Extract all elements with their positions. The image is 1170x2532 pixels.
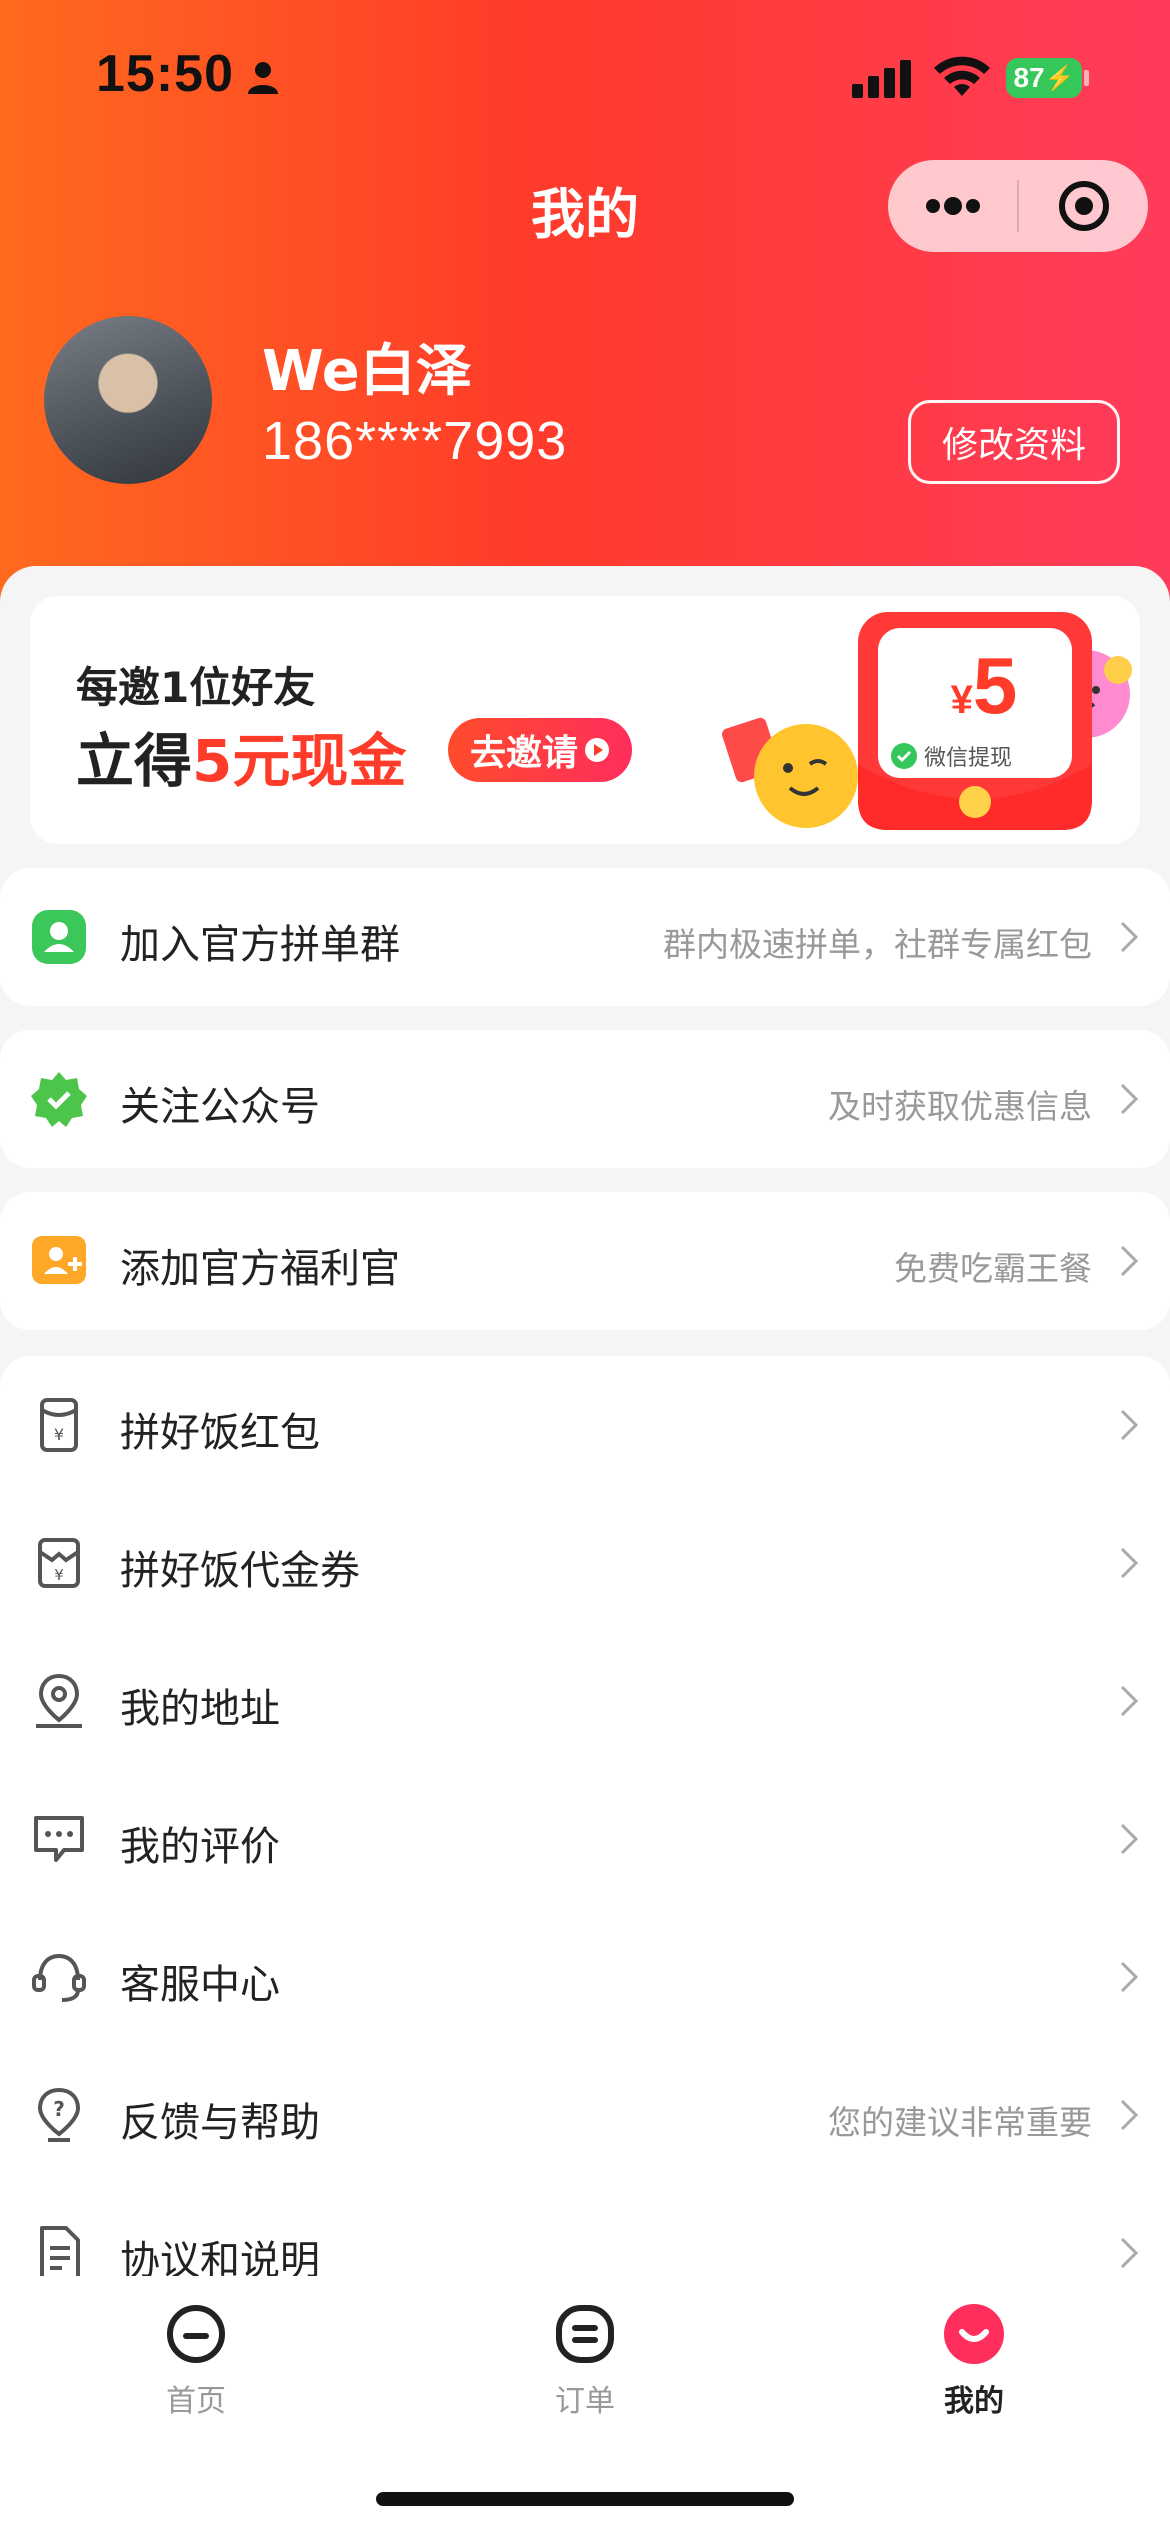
invite-button-label: 去邀请 — [469, 733, 578, 774]
banner-line2-highlight: 5元现金 — [192, 727, 407, 795]
wechat-icon — [890, 743, 917, 769]
help-icon: ? — [37, 2087, 81, 2142]
status-bar: 15:50 87 ⚡ — [0, 0, 1170, 150]
svg-text:¥: ¥ — [54, 1566, 64, 1584]
status-time: 15:50 — [96, 45, 234, 103]
tab-label: 我的 — [944, 2384, 1004, 2419]
chevron-right-icon — [1120, 1083, 1139, 1115]
home-icon — [167, 2305, 225, 2363]
banner-line2: 立得5元现金 — [76, 714, 406, 798]
avatar[interactable] — [44, 316, 212, 484]
invite-banner[interactable]: 每邀1位好友 立得5元现金 去邀请 ¥5 微信提现 — [30, 596, 1140, 844]
chevron-right-icon — [1120, 1547, 1139, 1579]
tab-home[interactable]: 首页 — [96, 2302, 296, 2420]
chevron-right-icon — [1120, 921, 1139, 953]
row-label: 我的地址 — [120, 1686, 280, 1732]
comment-icon — [34, 1816, 84, 1862]
battery-indicator: 87 ⚡ — [1006, 58, 1082, 98]
withdraw-label: 微信提现 — [923, 746, 1012, 771]
document-icon — [40, 2226, 80, 2280]
cellular-signal-icon — [852, 60, 911, 98]
menu-list: ¥ 拼好饭红包 ¥ 拼好饭代金券 我的地址 我的评价 客服中心 ? 反馈与帮助 … — [0, 1356, 1170, 2316]
group-chat-icon — [32, 910, 86, 964]
home-indicator — [376, 2492, 794, 2506]
row-label: 我的评价 — [120, 1824, 280, 1870]
orders-icon — [556, 2305, 614, 2363]
row-label: 反馈与帮助 — [120, 2100, 320, 2146]
row-label: 加入官方拼单群 — [120, 922, 400, 968]
row-hint: 群内极速拼单，社群专属红包 — [663, 925, 1092, 964]
person-icon — [248, 62, 278, 94]
play-arrow-icon — [585, 738, 609, 762]
target-close-icon — [1058, 181, 1109, 231]
close-mini-program-button[interactable] — [1019, 160, 1148, 252]
wechat-withdraw: 微信提现 — [876, 740, 1026, 772]
chevron-right-icon — [1120, 1685, 1139, 1717]
list-item[interactable]: 关注公众号 及时获取优惠信息 — [0, 1030, 1170, 1168]
list-item[interactable]: ¥ 拼好饭红包 — [0, 1356, 1170, 1494]
list-item[interactable]: 我的评价 — [0, 1770, 1170, 1908]
currency-symbol: ¥ — [950, 678, 973, 722]
profile-icon — [944, 2304, 1004, 2364]
battery-level: 87 — [1013, 62, 1045, 93]
mini-program-capsule — [888, 160, 1148, 252]
list-item[interactable]: 客服中心 — [0, 1908, 1170, 2046]
list-item[interactable]: ¥ 拼好饭代金券 — [0, 1494, 1170, 1632]
row-hint: 您的建议非常重要 — [828, 2103, 1092, 2142]
headset-icon — [32, 1953, 86, 2002]
verified-badge-icon — [31, 1072, 87, 1127]
invite-button[interactable]: 去邀请 — [448, 718, 632, 782]
chevron-right-icon — [1120, 1245, 1139, 1277]
more-dots-icon — [925, 197, 980, 215]
tab-orders[interactable]: 订单 — [485, 2302, 685, 2420]
svg-text:?: ? — [53, 2097, 65, 2121]
banner-line1: 每邀1位好友 — [76, 663, 316, 712]
tab-label: 订单 — [555, 2384, 615, 2419]
red-packet-icon: ¥ — [40, 1398, 78, 1452]
row-label: 客服中心 — [120, 1962, 280, 2008]
location-icon — [36, 1673, 82, 1728]
chevron-right-icon — [1120, 2237, 1139, 2269]
tab-label: 首页 — [166, 2384, 226, 2419]
edit-profile-button[interactable]: 修改资料 — [908, 400, 1120, 484]
svg-text:¥: ¥ — [54, 1425, 64, 1444]
chevron-right-icon — [1120, 1823, 1139, 1855]
list-item[interactable]: 加入官方拼单群 群内极速拼单，社群专属红包 — [0, 868, 1170, 1006]
chevron-right-icon — [1120, 2099, 1139, 2131]
more-button[interactable] — [888, 160, 1017, 252]
row-label: 拼好饭红包 — [120, 1410, 320, 1456]
row-label: 添加官方福利官 — [120, 1246, 400, 1292]
row-label: 关注公众号 — [120, 1084, 320, 1130]
tab-profile[interactable]: 我的 — [874, 2302, 1074, 2420]
user-name: We白泽 — [262, 339, 472, 404]
cash-amount: ¥5 — [916, 640, 1052, 732]
list-item[interactable]: 添加官方福利官 免费吃霸王餐 — [0, 1192, 1170, 1330]
row-hint: 免费吃霸王餐 — [894, 1249, 1092, 1288]
voucher-icon: ¥ — [38, 1538, 80, 1588]
row-hint: 及时获取优惠信息 — [828, 1087, 1092, 1126]
amount-value: 5 — [972, 641, 1018, 730]
chevron-right-icon — [1120, 1961, 1139, 1993]
charging-icon: ⚡ — [1044, 64, 1075, 92]
list-item[interactable]: ? 反馈与帮助 您的建议非常重要 — [0, 2046, 1170, 2184]
banner-line2-prefix: 立得 — [76, 727, 193, 795]
add-contact-icon — [32, 1236, 86, 1284]
user-phone: 186****7993 — [262, 411, 568, 471]
chevron-right-icon — [1120, 1409, 1139, 1441]
wifi-icon — [934, 56, 990, 96]
list-item[interactable]: 我的地址 — [0, 1632, 1170, 1770]
row-label: 拼好饭代金券 — [120, 1548, 360, 1594]
battery-cap — [1084, 70, 1089, 86]
